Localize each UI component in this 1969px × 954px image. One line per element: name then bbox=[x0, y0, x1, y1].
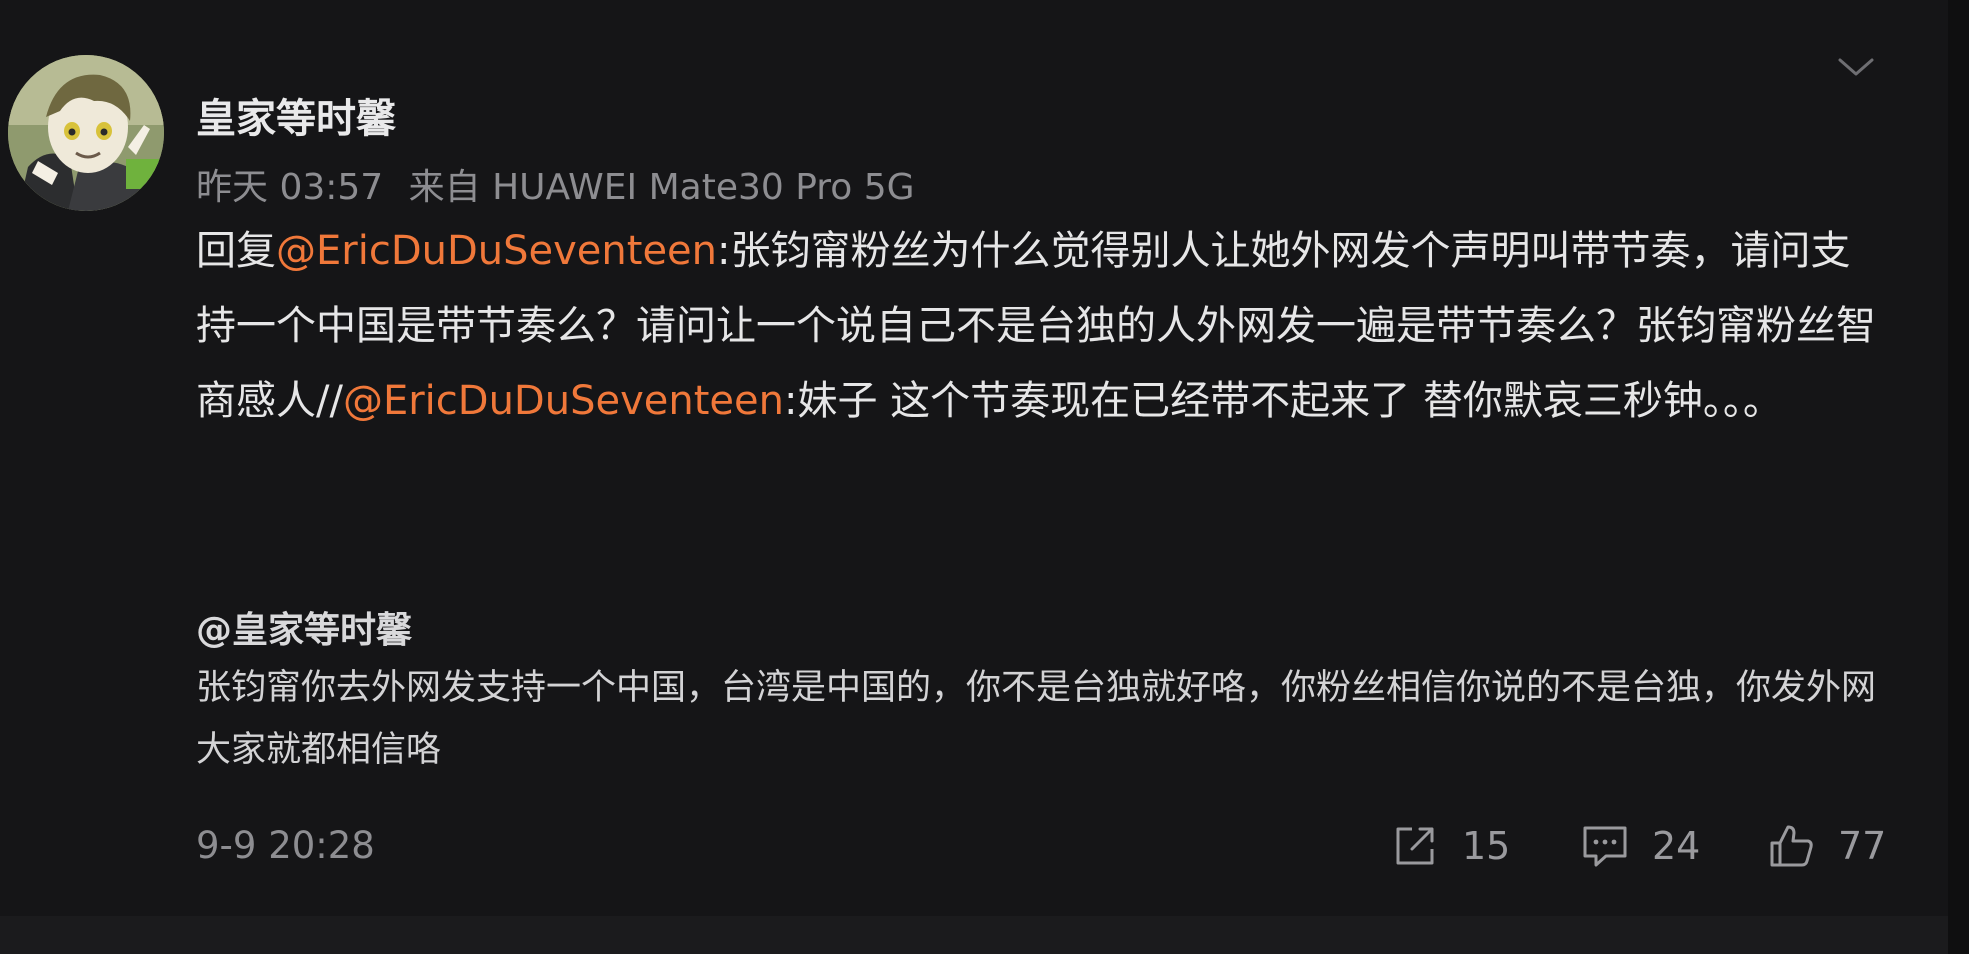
body-text-segment: :妹子 这个节奏现在已经带不起来了 替你默哀三秒钟。。。 bbox=[783, 378, 1783, 424]
share-icon bbox=[1396, 827, 1434, 865]
author-name[interactable]: 皇家等时馨 bbox=[196, 86, 396, 144]
avatar[interactable] bbox=[8, 55, 164, 211]
quoted-timestamp: 9-9 20:28 bbox=[196, 824, 375, 867]
weibo-post-page: 皇家等时馨 昨天 03:57 来自 HUAWEI Mate30 Pro 5G 回… bbox=[0, 0, 1969, 954]
avatar-image bbox=[8, 55, 164, 211]
right-edge bbox=[1948, 0, 1969, 954]
reply-prefix: 回复 bbox=[196, 228, 276, 274]
mention-link[interactable]: @EricDuDuSeventeen bbox=[276, 228, 717, 274]
quoted-text: 张钧甯你去外网发支持一个中国，台湾是中国的，你不是台独就好咯，你粉丝相信你说的不… bbox=[196, 668, 1877, 770]
mention-link[interactable]: @EricDuDuSeventeen bbox=[343, 378, 784, 424]
comment-count: 24 bbox=[1652, 824, 1701, 868]
comment-icon bbox=[1583, 826, 1627, 867]
repost-count: 15 bbox=[1462, 824, 1511, 868]
chevron-down-icon[interactable] bbox=[1836, 52, 1876, 82]
like-count: 77 bbox=[1838, 824, 1887, 868]
bottom-divider bbox=[0, 916, 1948, 954]
comment-button[interactable]: 24 bbox=[1580, 818, 1700, 874]
thumbs-up-icon bbox=[1770, 825, 1813, 867]
repost-button[interactable]: 15 bbox=[1390, 818, 1510, 874]
post-source: 来自 HUAWEI Mate30 Pro 5G bbox=[408, 167, 915, 208]
post-body: 回复@EricDuDuSeventeen:张钧甯粉丝为什么觉得别人让她外网发个声… bbox=[196, 214, 1886, 439]
like-button[interactable]: 77 bbox=[1766, 818, 1886, 874]
quoted-author[interactable]: @皇家等时馨 bbox=[196, 601, 412, 653]
post-card: 皇家等时馨 昨天 03:57 来自 HUAWEI Mate30 Pro 5G 回… bbox=[0, 0, 1948, 916]
post-time: 昨天 03:57 bbox=[196, 167, 384, 208]
post-meta: 昨天 03:57 来自 HUAWEI Mate30 Pro 5G bbox=[196, 158, 915, 210]
